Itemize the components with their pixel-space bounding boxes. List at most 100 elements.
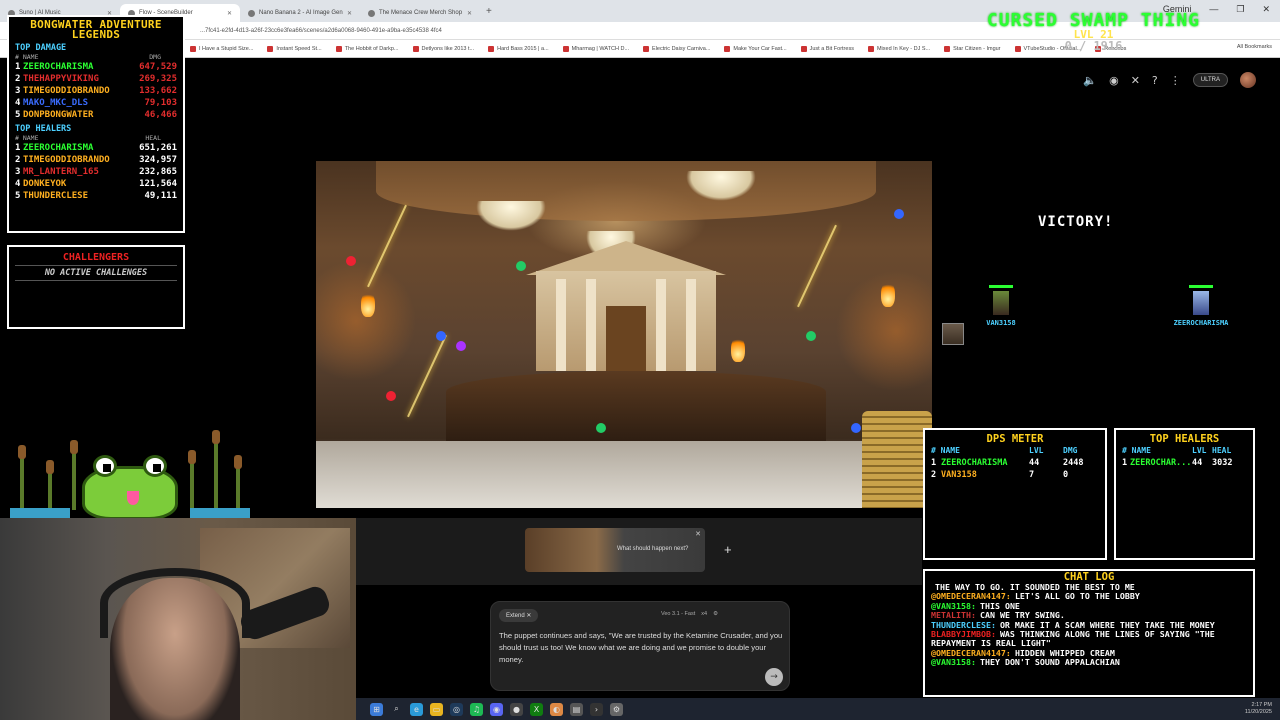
chrome-icon[interactable]: ◐ <box>550 702 563 716</box>
challenges-title: CHALLENGERS <box>62 252 130 263</box>
close-icon[interactable]: ✕ <box>347 10 352 17</box>
boss-header: CURSED SWAMP THING LVL 21 0 / 1916 <box>987 10 1200 53</box>
scene-thumbnail[interactable]: What should happen next? ✕ <box>525 528 705 572</box>
url-text: ...7fc41-e2fd-4d13-a26f-23cc6e3fea66/sce… <box>200 27 442 34</box>
close-icon[interactable]: ✕ <box>526 613 531 619</box>
rank: 1 <box>931 458 937 468</box>
player-name: ZEEROCHARISMA <box>23 143 94 153</box>
spotify-icon[interactable]: ♫ <box>470 702 483 716</box>
discord-icon[interactable]: ◉ <box>490 702 503 716</box>
bookmark-item[interactable]: Electric Daisy Carniva... <box>643 45 710 52</box>
bookmark-item[interactable]: Mixed In Key - DJ S... <box>867 45 930 52</box>
bookmark-item[interactable]: Mharmag | WATCH D... <box>562 45 629 52</box>
maximize-button[interactable]: ❐ <box>1236 4 1244 15</box>
player-name: TIMEGODDIOBRANDO <box>23 155 110 165</box>
gem <box>851 423 861 433</box>
tab-favicon-icon <box>248 9 255 17</box>
gem <box>346 256 356 266</box>
player-name: ZEEROCHARISMA <box>941 458 1008 468</box>
count-selector[interactable]: x4 <box>701 611 707 617</box>
settings-icon[interactable]: ⚙ <box>713 611 718 617</box>
prompt-box[interactable]: Extend ✕ Veo 3.1 - Fast x4 ⚙ The puppet … <box>490 601 790 691</box>
bookmark-icon <box>267 45 274 52</box>
top-damage-title: TOP DAMAGE <box>15 43 67 53</box>
torch <box>881 281 895 307</box>
column <box>586 279 596 371</box>
damage-row: 5 DONPBONGWATER 46,466 <box>15 109 177 121</box>
model-selector[interactable]: Veo 3.1 - Fast <box>661 611 695 617</box>
healer-row: 1 ZEEROCHAR... 44 3032 <box>1122 457 1247 469</box>
bookmark-item[interactable]: Instant Speed St... <box>267 45 322 52</box>
healers-header: # NAME LVL HEAL <box>1122 446 1232 455</box>
page-header-icons: 🔈 ◉ ✕ ? ⋮ ULTRA <box>1083 72 1256 88</box>
discord-icon[interactable]: ◉ <box>1109 74 1119 87</box>
rank: 3 <box>15 167 21 177</box>
frog-tongue <box>127 491 139 505</box>
terminal-icon[interactable]: › <box>590 702 603 716</box>
water <box>10 508 70 518</box>
chat-username: METALITH: <box>931 610 976 621</box>
rank: 4 <box>15 179 21 189</box>
frog-eye <box>143 455 167 477</box>
reed <box>212 430 220 510</box>
send-button[interactable]: → <box>765 668 783 686</box>
add-scene-button[interactable]: + <box>724 542 732 557</box>
folder-icon[interactable]: ▭ <box>430 702 443 716</box>
browser-tab[interactable]: Nano Banana 2 - AI Image Gen ✕ <box>240 4 360 22</box>
bookmark-item[interactable]: Just a Bit Fortress <box>800 45 854 52</box>
heal-row: 4 DONKEYOK 121,564 <box>15 178 177 190</box>
clock-date: 11/20/2025 <box>1244 709 1272 715</box>
obs-icon[interactable]: ● <box>510 702 523 716</box>
damage-row: 1 ZEEROCHARISMA 647,529 <box>15 61 177 73</box>
scene-ceiling <box>376 161 876 221</box>
damage-row: 2 THEHAPPYVIKING 269,325 <box>15 73 177 85</box>
store-icon[interactable]: ▤ <box>570 702 583 716</box>
close-icon[interactable]: ✕ <box>227 10 232 17</box>
rank: 5 <box>15 110 21 120</box>
settings-icon[interactable]: ⚙ <box>610 702 623 716</box>
health-bar <box>989 285 1013 288</box>
xbox-icon[interactable]: X <box>530 702 543 716</box>
torch <box>731 336 745 362</box>
model-settings: Veo 3.1 - Fast x4 ⚙ <box>661 611 718 617</box>
close-window-button[interactable]: ✕ <box>1262 4 1270 15</box>
extend-chip[interactable]: Extend ✕ <box>499 609 539 622</box>
edge-icon[interactable]: e <box>410 702 423 716</box>
bookmark-icon <box>562 45 569 52</box>
taskbar-clock[interactable]: 2:17 PM 11/20/2025 <box>1245 702 1272 716</box>
bookmark-item[interactable]: Detlyons like 2013 t... <box>412 45 474 52</box>
close-icon[interactable]: ✕ <box>695 530 701 538</box>
heal-value: 3032 <box>1212 458 1233 468</box>
health-bar <box>1189 285 1213 288</box>
browser-tab[interactable]: The Menace Crew Merch Shop ✕ <box>360 4 480 22</box>
bookmark-item[interactable]: Make Your Car Fast... <box>724 45 787 52</box>
close-icon[interactable]: ✕ <box>467 10 472 17</box>
lightning-bolt <box>367 204 407 288</box>
start-icon[interactable]: ⊞ <box>370 702 383 716</box>
frog-icon <box>82 455 178 520</box>
level: 7 <box>1029 470 1035 480</box>
dps-title: DPS METER <box>986 433 1044 445</box>
minimize-button[interactable]: — <box>1209 4 1218 15</box>
scene-image[interactable] <box>316 161 932 508</box>
bookmark-item[interactable]: I Have a Stupid Size... <box>190 45 253 52</box>
search-icon[interactable]: ⌕ <box>390 703 403 716</box>
x-icon[interactable]: ✕ <box>1131 74 1140 87</box>
gem <box>456 341 466 351</box>
heal-row: 2 TIMEGODDIOBRANDO 324,957 <box>15 154 177 166</box>
new-tab-button[interactable]: + <box>486 6 492 17</box>
more-icon[interactable]: ⋮ <box>1170 74 1181 87</box>
help-icon[interactable]: ? <box>1152 74 1158 87</box>
bookmark-item[interactable]: The Hobbit of Darkp... <box>335 45 399 52</box>
prompt-input[interactable]: The puppet continues and says, "We are t… <box>499 630 783 666</box>
all-bookmarks-button[interactable]: All Bookmarks <box>1237 44 1272 50</box>
heal-value: 651,261 <box>139 143 177 153</box>
steam-icon[interactable]: ◎ <box>450 702 463 716</box>
avatar[interactable] <box>1240 72 1256 88</box>
column <box>656 279 666 371</box>
reed <box>188 450 196 510</box>
bookmark-item[interactable]: Hard Bass 2015 | a... <box>488 45 549 52</box>
player-name: THEHAPPYVIKING <box>23 74 99 84</box>
speaker-icon[interactable]: 🔈 <box>1083 74 1097 87</box>
reed <box>70 440 78 510</box>
